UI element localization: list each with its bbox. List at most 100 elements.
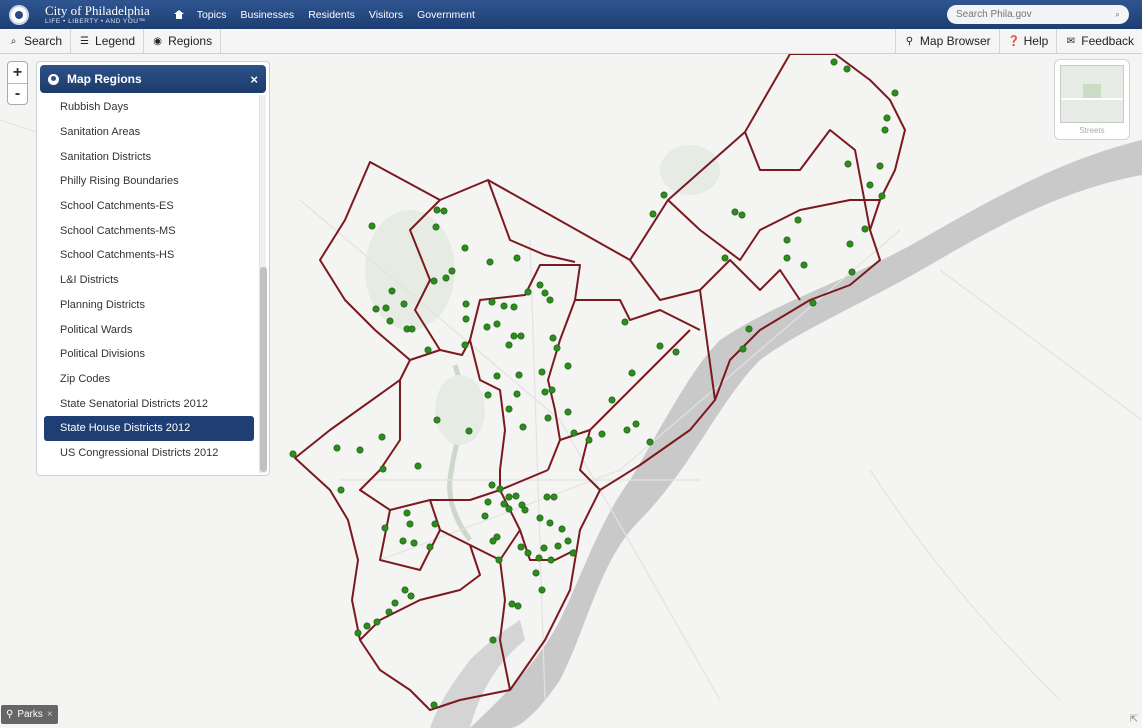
park-marker[interactable] (883, 114, 891, 122)
park-marker[interactable] (553, 344, 561, 352)
park-marker[interactable] (738, 211, 746, 219)
region-item[interactable]: Political Divisions (44, 342, 254, 367)
region-item[interactable]: Sanitation Areas (44, 120, 254, 145)
park-marker[interactable] (621, 318, 629, 326)
park-marker[interactable] (489, 636, 497, 644)
park-marker[interactable] (521, 506, 529, 514)
park-marker[interactable] (535, 554, 543, 562)
park-marker[interactable] (866, 181, 874, 189)
park-marker[interactable] (536, 514, 544, 522)
park-marker[interactable] (848, 268, 856, 276)
park-marker[interactable] (843, 65, 851, 73)
park-marker[interactable] (721, 254, 729, 262)
park-marker[interactable] (481, 512, 489, 520)
park-marker[interactable] (462, 315, 470, 323)
park-marker[interactable] (546, 296, 554, 304)
park-marker[interactable] (536, 281, 544, 289)
park-marker[interactable] (830, 58, 838, 66)
nav-businesses[interactable]: Businesses (240, 9, 294, 21)
park-marker[interactable] (379, 465, 387, 473)
help-button[interactable]: ❓ Help (998, 29, 1057, 53)
park-marker[interactable] (540, 544, 548, 552)
park-marker[interactable] (495, 556, 503, 564)
region-list-scrollbar[interactable] (259, 95, 267, 473)
park-marker[interactable] (564, 408, 572, 416)
park-marker[interactable] (388, 287, 396, 295)
park-marker[interactable] (399, 537, 407, 545)
park-marker[interactable] (731, 208, 739, 216)
park-marker[interactable] (432, 223, 440, 231)
park-marker[interactable] (462, 300, 470, 308)
region-item[interactable]: Rubbish Days (44, 95, 254, 120)
park-marker[interactable] (861, 225, 869, 233)
park-marker[interactable] (433, 416, 441, 424)
park-marker[interactable] (505, 341, 513, 349)
park-marker[interactable] (493, 320, 501, 328)
nav-visitors[interactable]: Visitors (369, 9, 403, 21)
park-marker[interactable] (623, 426, 631, 434)
park-marker[interactable] (532, 569, 540, 577)
region-item-selected[interactable]: State House Districts 2012 (44, 415, 254, 441)
park-marker[interactable] (564, 362, 572, 370)
park-marker[interactable] (448, 267, 456, 275)
park-marker[interactable] (739, 345, 747, 353)
park-marker[interactable] (891, 89, 899, 97)
park-marker[interactable] (333, 444, 341, 452)
park-marker[interactable] (510, 303, 518, 311)
park-marker[interactable] (564, 537, 572, 545)
search-icon[interactable]: ⌕ (1115, 9, 1120, 20)
park-marker[interactable] (414, 462, 422, 470)
park-marker[interactable] (337, 486, 345, 494)
park-marker[interactable] (543, 493, 551, 501)
park-marker[interactable] (538, 368, 546, 376)
park-marker[interactable] (524, 288, 532, 296)
park-marker[interactable] (512, 492, 520, 500)
site-search-input[interactable] (956, 9, 1106, 20)
park-marker[interactable] (514, 602, 522, 610)
park-marker[interactable] (431, 520, 439, 528)
park-marker[interactable] (510, 332, 518, 340)
brand[interactable]: City of Philadelphia LIFE • LIBERTY • AN… (45, 4, 150, 26)
park-marker[interactable] (783, 254, 791, 262)
park-marker[interactable] (881, 126, 889, 134)
park-marker[interactable] (508, 600, 516, 608)
park-marker[interactable] (484, 391, 492, 399)
park-marker[interactable] (558, 525, 566, 533)
park-marker[interactable] (524, 549, 532, 557)
park-marker[interactable] (493, 372, 501, 380)
basemap-thumbnail[interactable] (1060, 65, 1124, 123)
park-marker[interactable] (354, 629, 362, 637)
remove-layer-icon[interactable]: × (47, 709, 53, 720)
region-item[interactable]: L&I Districts (44, 268, 254, 293)
close-icon[interactable]: × (250, 72, 258, 87)
park-marker[interactable] (505, 505, 513, 513)
park-marker[interactable] (400, 300, 408, 308)
park-marker[interactable] (876, 162, 884, 170)
park-marker[interactable] (407, 592, 415, 600)
park-marker[interactable] (517, 332, 525, 340)
feedback-button[interactable]: ✉ Feedback (1056, 29, 1142, 53)
zoom-out-button[interactable]: - (8, 83, 27, 104)
park-marker[interactable] (672, 348, 680, 356)
park-marker[interactable] (809, 299, 817, 307)
park-marker[interactable] (541, 289, 549, 297)
park-marker[interactable] (549, 334, 557, 342)
park-marker[interactable] (486, 258, 494, 266)
park-marker[interactable] (442, 274, 450, 282)
park-marker[interactable] (505, 493, 513, 501)
park-marker[interactable] (483, 323, 491, 331)
park-marker[interactable] (424, 346, 432, 354)
park-marker[interactable] (289, 450, 297, 458)
park-marker[interactable] (401, 586, 409, 594)
park-marker[interactable] (628, 369, 636, 377)
park-marker[interactable] (368, 222, 376, 230)
basemap-switcher[interactable]: Streets (1054, 59, 1130, 140)
park-marker[interactable] (403, 509, 411, 517)
park-marker[interactable] (500, 302, 508, 310)
park-marker[interactable] (800, 261, 808, 269)
park-marker[interactable] (385, 608, 393, 616)
park-marker[interactable] (554, 542, 562, 550)
park-marker[interactable] (378, 433, 386, 441)
park-marker[interactable] (406, 520, 414, 528)
park-marker[interactable] (515, 371, 523, 379)
